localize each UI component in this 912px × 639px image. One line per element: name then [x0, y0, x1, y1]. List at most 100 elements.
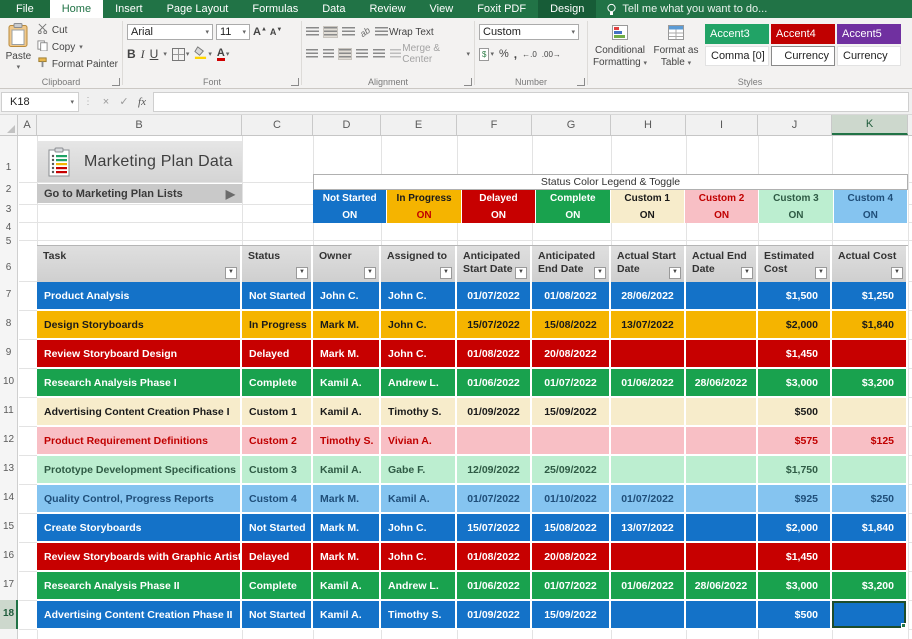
row-header[interactable]: 7 [0, 289, 17, 302]
goto-marketing-plan-lists-button[interactable]: Go to Marketing Plan Lists ▶ [37, 184, 242, 203]
cell-act-start[interactable]: 28/06/2022 [611, 282, 686, 311]
number-format-combo[interactable]: Custom▾ [479, 24, 579, 40]
cell-owner[interactable]: Timothy S. [313, 427, 381, 456]
cell-act-start[interactable] [611, 340, 686, 369]
cell-act-end[interactable] [686, 282, 758, 311]
header-anticipated-start[interactable]: Anticipated Start Date▼ [457, 246, 532, 282]
toggle-not-started[interactable]: ON [313, 207, 387, 223]
cell-ant-end[interactable]: 15/09/2022 [532, 398, 611, 427]
cell-act-start[interactable]: 01/06/2022 [611, 572, 686, 601]
cell-act-cost[interactable] [832, 398, 908, 427]
cell-act-end[interactable]: 28/06/2022 [686, 369, 758, 398]
cell-task[interactable]: Review Storyboard Design [37, 340, 242, 369]
cell-status[interactable]: Custom 3 [242, 456, 313, 485]
header-assigned-to[interactable]: Assigned to▼ [381, 246, 457, 282]
cell-est-cost[interactable]: $1,750 [758, 456, 832, 485]
row-header-selected[interactable]: 18 [0, 608, 17, 621]
cell-assigned[interactable]: Kamil A. [381, 485, 457, 514]
dialog-launcher-icon[interactable] [291, 78, 299, 86]
cell-status[interactable]: Not Started [242, 601, 313, 630]
increase-font-icon[interactable]: A▲ [253, 26, 267, 38]
cell-ant-end[interactable] [532, 427, 611, 456]
dialog-launcher-icon[interactable] [577, 78, 585, 86]
cell-ant-start[interactable]: 01/08/2022 [457, 340, 532, 369]
merge-center-button[interactable]: Merge & Center▾ [390, 43, 470, 65]
tab-home[interactable]: Home [50, 0, 103, 18]
cell-status[interactable]: Complete [242, 572, 313, 601]
column-header-b[interactable]: B [37, 115, 242, 135]
cell-owner[interactable]: Mark M. [313, 514, 381, 543]
cell-ant-end[interactable]: 01/07/2022 [532, 572, 611, 601]
cell-assigned[interactable]: John C. [381, 340, 457, 369]
cell-task[interactable]: Product Analysis [37, 282, 242, 311]
header-owner[interactable]: Owner▼ [313, 246, 381, 282]
cell-owner[interactable]: Kamil A. [313, 369, 381, 398]
header-actual-cost[interactable]: Actual Cost▼ [832, 246, 908, 282]
tab-data[interactable]: Data [310, 0, 357, 18]
cell-act-start[interactable] [611, 543, 686, 572]
style-currency[interactable]: Currency [837, 46, 901, 66]
toggle-in-progress[interactable]: ON [387, 207, 461, 223]
row-header[interactable]: 9 [0, 347, 17, 360]
select-all-corner[interactable] [0, 115, 18, 135]
cell-owner[interactable]: Mark M. [313, 485, 381, 514]
cell-assigned[interactable]: Vivian A. [381, 427, 457, 456]
cell-task[interactable]: Review Storyboards with Graphic Artists [37, 543, 242, 572]
cell-act-cost[interactable]: $1,840 [832, 311, 908, 340]
cell-act-end[interactable] [686, 456, 758, 485]
filter-dropdown-icon[interactable]: ▼ [296, 267, 308, 279]
cell-status[interactable]: Custom 1 [242, 398, 313, 427]
cell-assigned[interactable]: Timothy S. [381, 601, 457, 630]
cut-button[interactable]: Cut [37, 23, 118, 38]
selected-cell-k18[interactable] [832, 601, 908, 630]
cell-owner[interactable]: Kamil A. [313, 398, 381, 427]
cell-owner[interactable]: Kamil A. [313, 601, 381, 630]
cell-act-start[interactable]: 01/06/2022 [611, 369, 686, 398]
cell-assigned[interactable]: Andrew L. [381, 572, 457, 601]
align-top-icon[interactable] [306, 27, 319, 37]
decrease-font-icon[interactable]: A▼ [270, 27, 282, 37]
decrease-decimal-button[interactable]: .00→ [542, 50, 561, 59]
align-bottom-icon[interactable] [342, 27, 355, 37]
cell-act-start[interactable] [611, 456, 686, 485]
cell-act-cost[interactable] [832, 456, 908, 485]
style-currency-selected[interactable]: Currency [771, 46, 835, 66]
cell-act-start[interactable] [611, 398, 686, 427]
cell-act-cost[interactable]: $250 [832, 485, 908, 514]
cell-act-start[interactable] [611, 427, 686, 456]
borders-button[interactable]: ▾ [172, 48, 190, 61]
cell-owner[interactable]: Mark M. [313, 340, 381, 369]
cell-ant-start[interactable] [457, 427, 532, 456]
filter-dropdown-icon[interactable]: ▼ [594, 267, 606, 279]
filter-dropdown-icon[interactable]: ▼ [364, 267, 376, 279]
cell-assigned[interactable]: Andrew L. [381, 369, 457, 398]
cell-owner[interactable]: Kamil A. [313, 456, 381, 485]
cell-act-end[interactable] [686, 601, 758, 630]
tab-review[interactable]: Review [357, 0, 417, 18]
cell-owner[interactable]: Mark M. [313, 311, 381, 340]
tab-file[interactable]: File [0, 0, 50, 18]
column-header-d[interactable]: D [313, 115, 381, 135]
cell-owner[interactable]: Mark M. [313, 543, 381, 572]
cell-est-cost[interactable]: $2,000 [758, 311, 832, 340]
cell-ant-start[interactable]: 01/06/2022 [457, 572, 532, 601]
toggle-custom-1[interactable]: ON [611, 207, 685, 223]
cell-ant-end[interactable]: 01/10/2022 [532, 485, 611, 514]
cell-ant-start[interactable]: 15/07/2022 [457, 311, 532, 340]
row-header[interactable]: 14 [0, 492, 17, 505]
toggle-custom-4[interactable]: ON [834, 207, 908, 223]
align-center-icon[interactable] [323, 49, 335, 59]
cell-task[interactable]: Design Storyboards [37, 311, 242, 340]
paste-button[interactable]: Paste ▾ [4, 21, 33, 73]
cell-act-start[interactable] [611, 601, 686, 630]
cell-act-cost[interactable]: $1,250 [832, 282, 908, 311]
cell-assigned[interactable]: John C. [381, 514, 457, 543]
cell-est-cost[interactable]: $500 [758, 398, 832, 427]
cell-act-cost[interactable] [832, 340, 908, 369]
increase-decimal-button[interactable]: ←.0 [522, 50, 537, 59]
cell-act-cost[interactable]: $125 [832, 427, 908, 456]
row-header[interactable]: 15 [0, 521, 17, 534]
row-header[interactable]: 12 [0, 434, 17, 447]
cell-est-cost[interactable]: $575 [758, 427, 832, 456]
cell-ant-end[interactable]: 20/08/2022 [532, 543, 611, 572]
